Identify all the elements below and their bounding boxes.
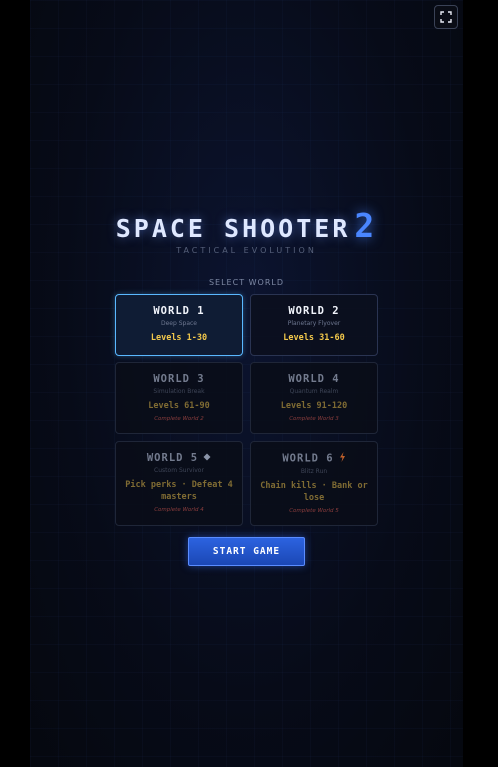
fullscreen-icon bbox=[440, 11, 452, 23]
world-lock-requirement: Complete World 2 bbox=[154, 416, 204, 422]
game-title: SPACE SHOOTER 2 bbox=[30, 206, 463, 245]
world-subtitle: Quantum Realm bbox=[289, 388, 339, 395]
fullscreen-button[interactable] bbox=[434, 5, 458, 29]
world-title: WORLD 6 bbox=[282, 452, 334, 465]
world-card-6[interactable]: WORLD 6 Blitz Run Chain kills · Bank or … bbox=[250, 441, 378, 526]
world-title: WORLD 2 bbox=[288, 305, 340, 317]
world-levels: Pick perks · Defeat 4 masters bbox=[125, 480, 233, 502]
world-title: WORLD 5 bbox=[146, 452, 199, 464]
world-subtitle: Custom Survivor bbox=[154, 467, 204, 474]
world-levels: Levels 61-90 bbox=[148, 401, 210, 411]
world-title: WORLD 1 bbox=[153, 305, 205, 317]
world-levels: Chain kills · Bank or lose bbox=[260, 481, 368, 503]
world-card-2[interactable]: WORLD 2 Planetary Flyover Levels 31-60 bbox=[250, 294, 378, 356]
world-title-row: WORLD 5 bbox=[116, 452, 242, 464]
game-title-text: SPACE SHOOTER bbox=[115, 214, 351, 243]
world-card-3[interactable]: WORLD 3 Simulation Break Levels 61-90 Co… bbox=[115, 362, 243, 434]
game-subtitle: TACTICAL EVOLUTION bbox=[176, 246, 317, 255]
world-subtitle: Planetary Flyover bbox=[287, 320, 341, 327]
lightning-icon bbox=[339, 452, 346, 465]
diamond-icon bbox=[203, 452, 211, 464]
game-stage bbox=[30, 0, 463, 767]
select-world-label: SELECT WORLD bbox=[208, 278, 285, 287]
world-card-4[interactable]: WORLD 4 Quantum Realm Levels 91-120 Comp… bbox=[250, 362, 378, 434]
world-levels: Levels 1-30 bbox=[150, 333, 208, 343]
game-title-number: 2 bbox=[354, 206, 378, 245]
world-subtitle: Blitz Run bbox=[300, 468, 328, 475]
world-levels: Levels 91-120 bbox=[280, 401, 348, 411]
world-subtitle: Simulation Break bbox=[153, 388, 205, 395]
world-card-1[interactable]: WORLD 1 Deep Space Levels 1-30 bbox=[115, 294, 243, 356]
world-card-5[interactable]: WORLD 5 Custom Survivor Pick perks · Def… bbox=[115, 441, 243, 526]
world-title: WORLD 4 bbox=[288, 373, 340, 385]
world-lock-requirement: Complete World 4 bbox=[154, 507, 204, 513]
world-title-row: WORLD 6 bbox=[251, 452, 377, 465]
world-lock-requirement: Complete World 5 bbox=[289, 508, 339, 514]
world-lock-requirement: Complete World 3 bbox=[289, 416, 339, 422]
start-game-button[interactable]: START GAME bbox=[188, 537, 305, 566]
world-title: WORLD 3 bbox=[153, 373, 205, 385]
world-subtitle: Deep Space bbox=[160, 320, 197, 327]
world-levels: Levels 31-60 bbox=[283, 333, 345, 343]
